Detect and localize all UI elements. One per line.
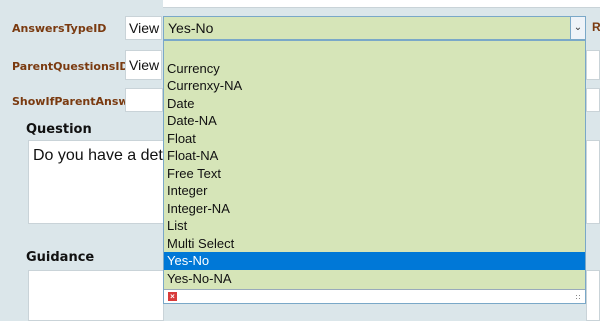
- cutoff-label: R: [592, 20, 600, 34]
- dropdown-option[interactable]: Date: [164, 95, 585, 113]
- close-icon[interactable]: ×: [168, 292, 177, 301]
- answers-type-dropdown[interactable]: Currency Currenxy-NA Date Date-NA Float …: [163, 40, 586, 304]
- dropdown-option-selected[interactable]: Yes-No: [164, 252, 585, 270]
- dropdown-footer: ×: [164, 289, 585, 303]
- question-textbox[interactable]: Do you have a deta: [28, 140, 164, 224]
- question-title: Question: [26, 122, 92, 137]
- dropdown-option[interactable]: List: [164, 217, 585, 235]
- answers-type-view-button[interactable]: View: [125, 16, 162, 40]
- dropdown-option[interactable]: Integer-NA: [164, 200, 585, 218]
- show-if-parent-answer-field-edge[interactable]: [586, 88, 600, 112]
- dropdown-option[interactable]: Date-NA: [164, 112, 585, 130]
- parent-questions-field-edge[interactable]: [586, 50, 600, 80]
- dropdown-option[interactable]: Float: [164, 130, 585, 148]
- dropdown-option[interactable]: Integer: [164, 182, 585, 200]
- show-if-parent-answer-label: ShowIfParentAnswer: [12, 95, 142, 108]
- dropdown-option[interactable]: Currency: [164, 60, 585, 78]
- show-if-parent-answer-field[interactable]: [125, 88, 163, 112]
- question-textbox-edge[interactable]: [586, 140, 600, 224]
- guidance-textbox-edge[interactable]: [586, 270, 600, 321]
- parent-questions-label: ParentQuestionsID: [12, 60, 129, 73]
- dropdown-option[interactable]: Float-NA: [164, 147, 585, 165]
- guidance-title: Guidance: [26, 250, 95, 265]
- chevron-down-icon[interactable]: ⌄: [570, 17, 585, 39]
- answers-type-label: AnswersTypeID: [12, 22, 107, 35]
- dropdown-option[interactable]: Multi Select: [164, 235, 585, 253]
- select-current-value: Yes-No: [168, 20, 214, 36]
- dropdown-option[interactable]: Yes-No-NA: [164, 270, 585, 288]
- dropdown-option[interactable]: Currenxy-NA: [164, 77, 585, 95]
- guidance-textbox[interactable]: [28, 270, 164, 321]
- parent-questions-view-button[interactable]: View: [125, 50, 162, 80]
- top-field-edge: [163, 0, 600, 8]
- dropdown-option[interactable]: Free Text: [164, 165, 585, 183]
- answers-type-select[interactable]: Yes-No ⌄: [163, 16, 586, 40]
- dropdown-option[interactable]: [164, 42, 585, 60]
- resize-grip-icon[interactable]: [575, 294, 582, 301]
